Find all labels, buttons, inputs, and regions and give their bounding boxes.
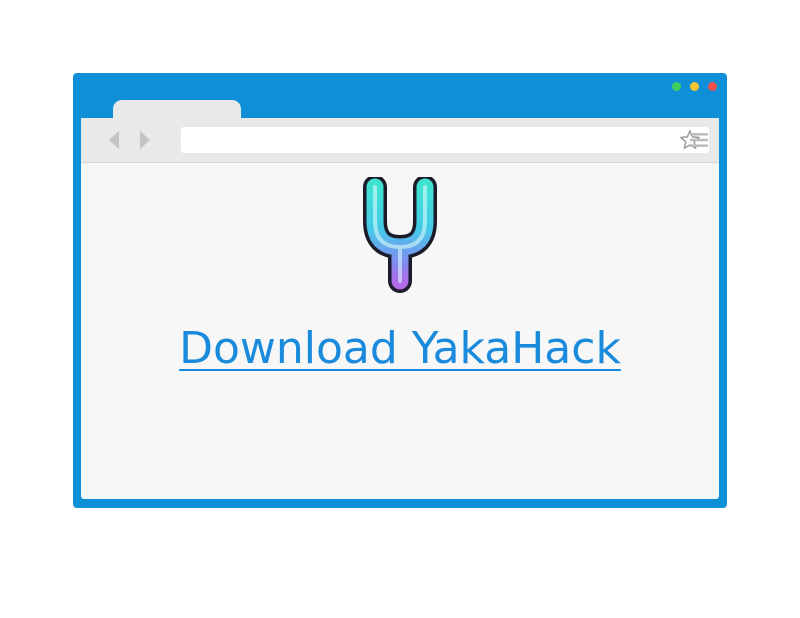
browser-toolbar <box>81 118 719 163</box>
page-content: Download YakaHack <box>81 163 719 499</box>
download-link[interactable]: Download YakaHack <box>81 323 719 374</box>
chevron-left-icon[interactable] <box>105 130 123 150</box>
address-bar[interactable] <box>181 127 709 153</box>
maximize-dot-icon[interactable] <box>672 82 681 91</box>
close-dot-icon[interactable] <box>708 82 717 91</box>
hamburger-menu-icon[interactable] <box>689 131 709 149</box>
browser-window: Download YakaHack <box>73 73 727 508</box>
chevron-right-icon[interactable] <box>136 130 154 150</box>
minimize-dot-icon[interactable] <box>690 82 699 91</box>
yakahack-logo-icon <box>363 175 437 295</box>
